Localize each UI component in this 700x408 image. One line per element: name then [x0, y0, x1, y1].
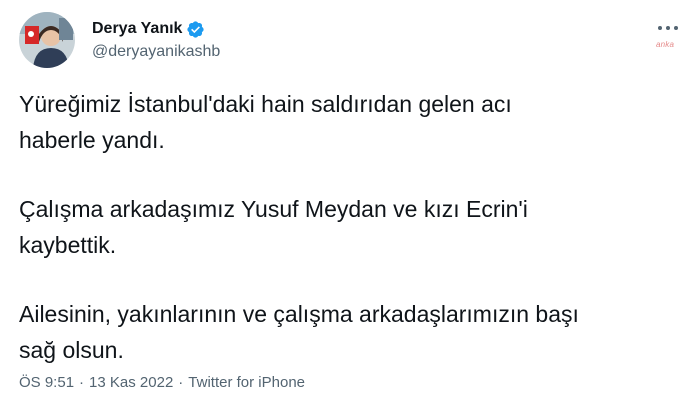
tweet-time[interactable]: ÖS 9:51	[19, 373, 74, 393]
tweet-meta: ÖS 9:51 · 13 Kas 2022 · Twitter for iPho…	[19, 373, 305, 393]
author-display-name[interactable]: Derya Yanık	[92, 18, 182, 40]
tweet-source[interactable]: Twitter for iPhone	[188, 373, 305, 393]
tweet-date[interactable]: 13 Kas 2022	[89, 373, 173, 393]
author-name-row: Derya Yanık	[92, 18, 205, 40]
watermark: anka	[656, 40, 675, 49]
tweet-paragraph: Çalışma arkadaşımız Yusuf Meydan ve kızı…	[19, 196, 528, 258]
meta-separator: ·	[79, 374, 85, 391]
more-dot-icon	[658, 26, 662, 30]
more-options-button[interactable]	[650, 18, 686, 38]
more-dot-icon	[674, 26, 678, 30]
avatar[interactable]	[19, 12, 75, 68]
tweet-paragraph: Ailesinin, yakınlarının ve çalışma arkad…	[19, 301, 579, 363]
author-handle[interactable]: @deryayanikashb	[92, 41, 220, 63]
meta-separator: ·	[178, 374, 184, 391]
avatar-photo-icon	[19, 12, 75, 68]
tweet-paragraph: Yüreğimiz İstanbul'daki hain saldırıdan …	[19, 91, 512, 153]
more-dot-icon	[666, 26, 670, 30]
verified-badge-icon	[187, 20, 205, 38]
tweet-card: Derya Yanık @deryayanikashb anka Yüreğim…	[0, 0, 700, 408]
tweet-text: Yüreğimiz İstanbul'daki hain saldırıdan …	[19, 86, 679, 368]
